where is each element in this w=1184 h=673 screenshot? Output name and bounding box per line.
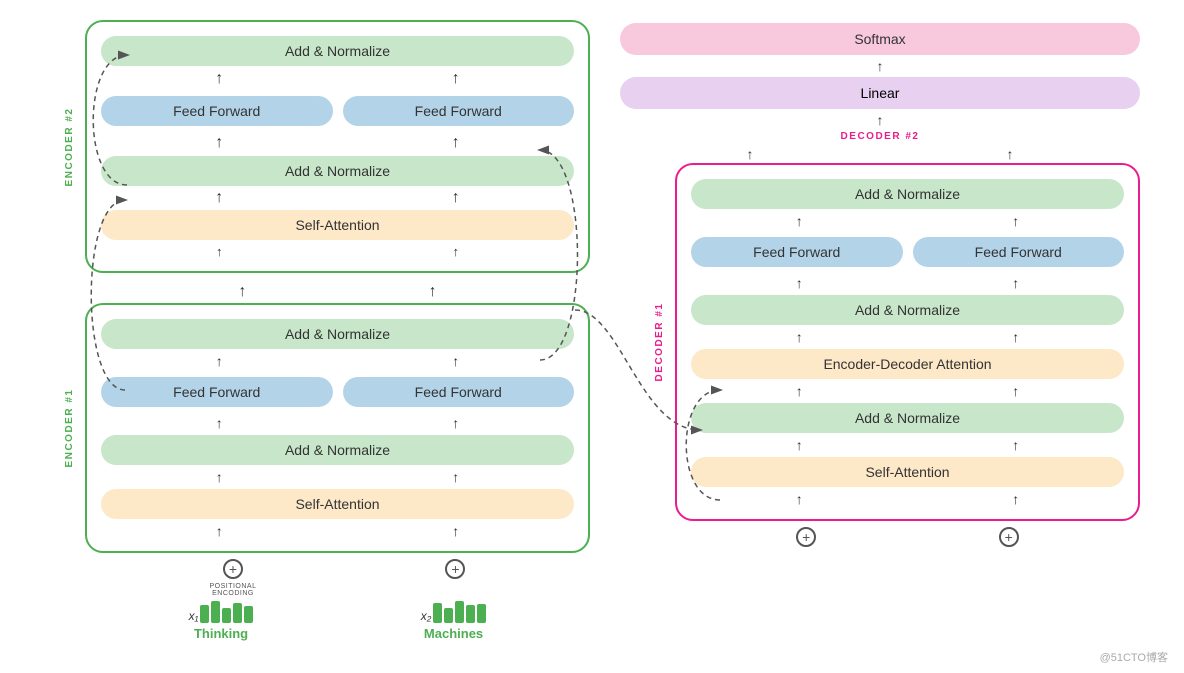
- decoder1-label: DECODER #1: [654, 303, 665, 382]
- embedding-x2: x₂ Machines: [421, 601, 487, 641]
- embedding-x1: x₁ Thinking: [189, 601, 254, 641]
- dec1-self-attn: Self-Attention: [691, 457, 1124, 487]
- dec1-add-norm3: Add & Normalize: [691, 179, 1124, 209]
- enc-pos-label: POSITIONALENCODING: [209, 583, 256, 597]
- enc2-self-attn: Self-Attention: [101, 210, 574, 240]
- decoder2-label: DECODER #2: [620, 131, 1140, 142]
- enc1-ff1: Feed Forward: [101, 377, 333, 407]
- enc-plus2: +: [445, 559, 465, 579]
- dec1-add-norm2: Add & Normalize: [691, 295, 1124, 325]
- embedding-x1-label: Thinking: [194, 626, 248, 641]
- enc2-add-norm2: Add & Normalize: [101, 156, 574, 186]
- enc2-ff1: Feed Forward: [101, 96, 333, 126]
- dec1-ff2: Feed Forward: [913, 237, 1125, 267]
- encoder2-block: Add & Normalize ↑↑ Feed Forward Feed For…: [85, 20, 590, 273]
- dec-plus1: +: [796, 527, 816, 547]
- dec1-add-norm1: Add & Normalize: [691, 403, 1124, 433]
- enc2-ff2: Feed Forward: [343, 96, 575, 126]
- encoder1-block: Add & Normalize ↑↑ Feed Forward Feed For…: [85, 303, 590, 553]
- linear-pill: Linear: [620, 77, 1140, 109]
- enc1-ff2: Feed Forward: [343, 377, 575, 407]
- encoder1-label: ENCODER #1: [64, 389, 75, 468]
- enc1-add-norm: Add & Normalize: [101, 319, 574, 349]
- enc-plus1: +: [223, 559, 243, 579]
- softmax-pill: Softmax: [620, 23, 1140, 55]
- enc1-add-norm2: Add & Normalize: [101, 435, 574, 465]
- embedding-x2-label: Machines: [424, 626, 483, 641]
- dec1-enc-dec-attn: Encoder-Decoder Attention: [691, 349, 1124, 379]
- decoder1-block: Add & Normalize ↑↑ Feed Forward Feed For…: [675, 163, 1140, 521]
- watermark: @51CTO博客: [1100, 649, 1168, 665]
- dec-plus2: +: [999, 527, 1019, 547]
- enc2-add-norm: Add & Normalize: [101, 36, 574, 66]
- encoder2-label: ENCODER #2: [64, 107, 75, 186]
- dec1-ff1: Feed Forward: [691, 237, 903, 267]
- enc1-self-attn: Self-Attention: [101, 489, 574, 519]
